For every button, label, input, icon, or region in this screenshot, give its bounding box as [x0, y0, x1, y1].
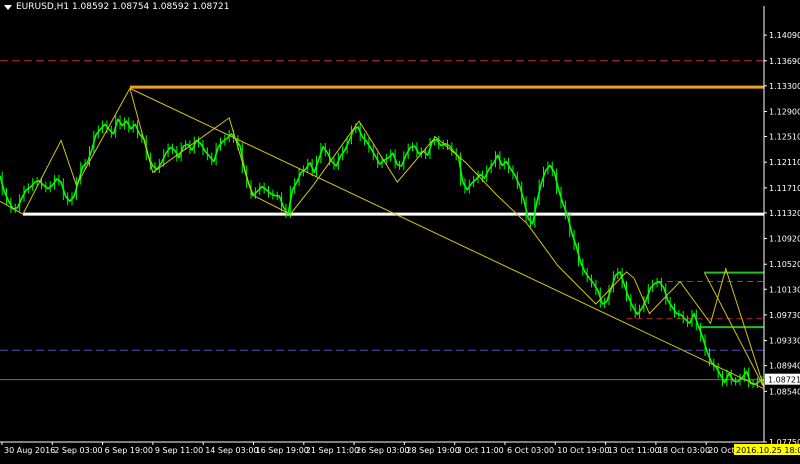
x-tick-label: 30 Aug 2016 [4, 446, 55, 455]
x-tick-label: 2 Sep 03:00 [54, 446, 102, 455]
y-tick-label: 1.10520 [769, 260, 800, 269]
y-tick-label: 1.11320 [769, 209, 800, 218]
x-tick-label: 6 Sep 19:00 [105, 446, 153, 455]
y-tick-label: 1.12110 [769, 158, 800, 167]
y-tick-label: 1.11710 [769, 184, 800, 193]
y-tick-label: 1.14090 [769, 31, 800, 40]
x-tick-label: 10 Oct 19:00 [557, 446, 609, 455]
price-chart[interactable]: 1.14090 1.13690 1.13300 1.12900 1.12510 1.121… [0, 0, 800, 460]
symbol-header[interactable]: EURUSD,H1 1.08592 1.08754 1.08592 1.0872… [4, 2, 229, 12]
y-tick-label: 1.13690 [769, 57, 800, 66]
x-tick-label: 28 Sep 19:00 [406, 446, 459, 455]
y-tick-label: 1.08540 [769, 387, 800, 396]
y-tick-label: 1.09730 [769, 311, 800, 320]
x-tick-label: 9 Sep 11:00 [155, 446, 203, 455]
y-tick-label: 1.13300 [769, 82, 800, 91]
symbol-caption: EURUSD,H1 1.08592 1.08754 1.08592 1.0872… [16, 2, 230, 12]
y-tick-label: 1.08940 [769, 362, 800, 371]
time-marker-label: 2016.10.25 18:00 [736, 446, 800, 455]
chart-background [0, 0, 800, 460]
triangle-down-icon[interactable] [4, 4, 12, 10]
y-tick-label: 1.12900 [769, 107, 800, 116]
x-tick-label: 26 Sep 03:00 [356, 446, 409, 455]
y-tick-label: 1.09330 [769, 337, 800, 346]
x-tick-label: 6 Oct 03:00 [507, 446, 554, 455]
chart-window[interactable]: 1.14090 1.13690 1.13300 1.12900 1.12510 1.121… [0, 0, 800, 460]
x-tick-label: 13 Oct 11:00 [608, 446, 660, 455]
current-price-label: 1.08721 [768, 376, 800, 385]
y-tick-label: 1.12510 [769, 133, 800, 142]
x-tick-label: 16 Sep 19:00 [256, 446, 309, 455]
y-tick-label: 1.10130 [769, 285, 800, 294]
x-tick-label: 14 Sep 03:00 [205, 446, 258, 455]
y-tick-label: 1.10920 [769, 235, 800, 244]
x-tick-label: 18 Oct 03:00 [658, 446, 710, 455]
x-tick-label: 3 Oct 11:00 [457, 446, 504, 455]
x-tick-label: 21 Sep 11:00 [306, 446, 359, 455]
